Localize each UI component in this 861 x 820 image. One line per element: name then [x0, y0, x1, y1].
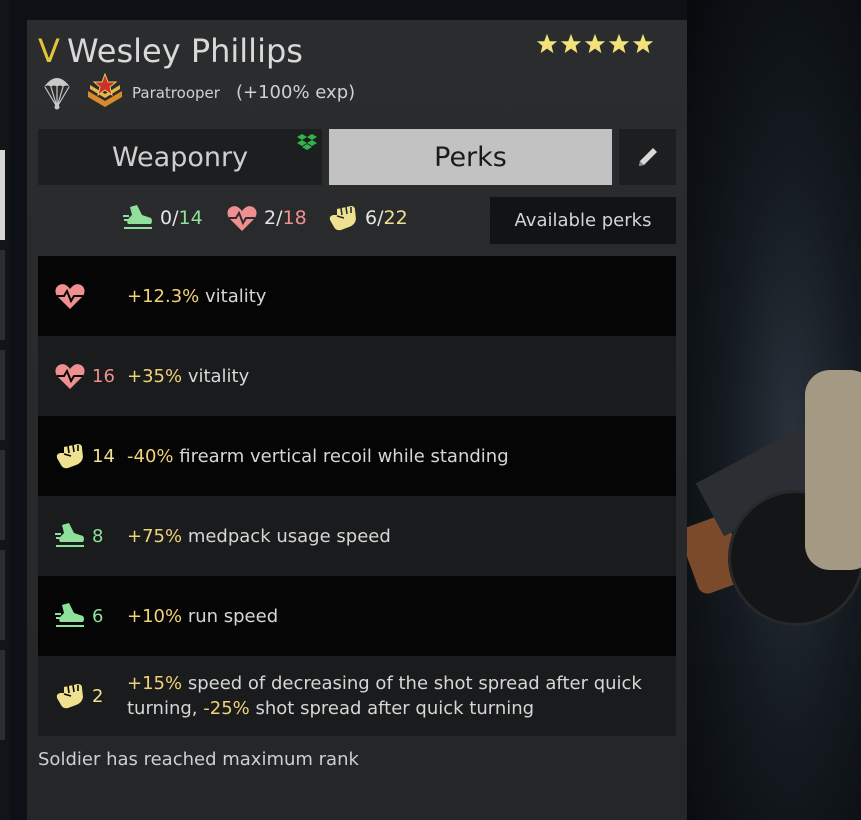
squad-slot[interactable] — [0, 650, 5, 740]
heart-pulse-icon — [55, 364, 85, 389]
perk-text: firearm vertical recoil while standing — [173, 445, 509, 467]
perk-text: medpack usage speed — [182, 525, 391, 547]
perk-value: +75% — [127, 525, 183, 547]
strength-points: 6/22 — [327, 203, 408, 233]
squad-slot[interactable] — [0, 350, 5, 440]
heart-pulse-icon — [227, 206, 257, 231]
running-shoe-icon — [55, 523, 84, 547]
perk-text: shot spread after quick turning — [249, 698, 535, 719]
vitality-points: 2/18 — [226, 203, 307, 233]
perk-row: 6 +10% run speed — [38, 576, 676, 656]
strength-points-max: 22 — [383, 207, 408, 229]
speed-points-current: 0 — [160, 207, 173, 229]
perk-level: 8 — [92, 525, 104, 547]
squad-slot[interactable] — [0, 550, 5, 640]
star-icon — [536, 33, 558, 54]
perk-value: +15% — [127, 673, 183, 694]
star-rating — [536, 33, 654, 55]
perk-row: 14 -40% firearm vertical recoil while sta… — [38, 416, 676, 496]
strength-points-current: 6 — [365, 207, 378, 229]
star-icon — [584, 33, 606, 54]
perk-row: 2 +15% speed of decreasing of the shot sp… — [38, 656, 676, 736]
perk-row: +12.3% vitality — [38, 256, 676, 336]
perk-row: 8 +75% medpack usage speed — [38, 496, 676, 576]
upgrade-available-icon — [297, 134, 317, 150]
fist-icon — [329, 206, 356, 231]
perk-value: +35% — [127, 365, 183, 387]
perk-description: +75% medpack usage speed — [127, 524, 656, 549]
edit-button[interactable] — [619, 129, 676, 185]
star-icon — [560, 33, 582, 54]
perk-value: -40% — [127, 445, 174, 467]
pencil-icon — [638, 148, 657, 166]
perk-description: +35% vitality — [127, 364, 656, 389]
rank-badge-icon — [88, 73, 122, 107]
perk-row: 16 +35% vitality — [38, 336, 676, 416]
perk-level: 6 — [92, 605, 104, 627]
perk-level: 2 — [92, 685, 104, 707]
speed-points-max: 14 — [178, 207, 203, 229]
vitality-points-max: 18 — [282, 207, 307, 229]
parachute-icon — [44, 78, 70, 110]
soldier-name: Wesley Phillips — [67, 32, 303, 70]
perk-value: +10% — [127, 605, 183, 627]
vitality-points-current: 2 — [264, 207, 277, 229]
soldier-class: Paratrooper — [132, 84, 220, 102]
perk-text: vitality — [182, 365, 250, 387]
running-shoe-icon — [55, 603, 84, 627]
perk-description: +15% speed of decreasing of the shot spr… — [127, 671, 656, 721]
perk-level: 16 — [92, 365, 115, 387]
perk-description: +12.3% vitality — [127, 284, 656, 309]
max-rank-message: Soldier has reached maximum rank — [38, 749, 359, 770]
perk-text: vitality — [199, 285, 267, 307]
squad-slot-selected[interactable] — [0, 150, 5, 240]
class-exp-bonus: (+100% exp) — [236, 82, 356, 103]
available-perks-button[interactable]: Available perks — [490, 197, 676, 244]
fist-icon — [56, 684, 83, 709]
running-shoe-icon — [123, 205, 152, 229]
tab-perks[interactable]: Perks — [329, 129, 612, 185]
perk-level: 14 — [92, 445, 115, 467]
squad-slot[interactable] — [0, 450, 5, 540]
tab-weaponry[interactable]: Weaponry — [38, 129, 322, 185]
perk-value: +12.3% — [127, 285, 200, 307]
perk-value: -25% — [203, 698, 250, 719]
star-icon — [608, 33, 630, 54]
star-icon — [632, 33, 654, 54]
rank-glyph: V — [38, 32, 60, 70]
fist-icon — [56, 444, 83, 469]
perk-description: -40% firearm vertical recoil while stand… — [127, 444, 656, 469]
speed-points: 0/14 — [122, 203, 203, 233]
perk-text: run speed — [182, 605, 279, 627]
squad-slot[interactable] — [0, 250, 5, 340]
heart-pulse-icon — [55, 284, 85, 309]
soldier-preview-hand — [805, 370, 861, 570]
perk-list: +12.3% vitality 16 +35% vitality 14 -40% fir… — [38, 256, 676, 736]
perk-description: +10% run speed — [127, 604, 656, 629]
squad-list-strip — [0, 0, 10, 820]
